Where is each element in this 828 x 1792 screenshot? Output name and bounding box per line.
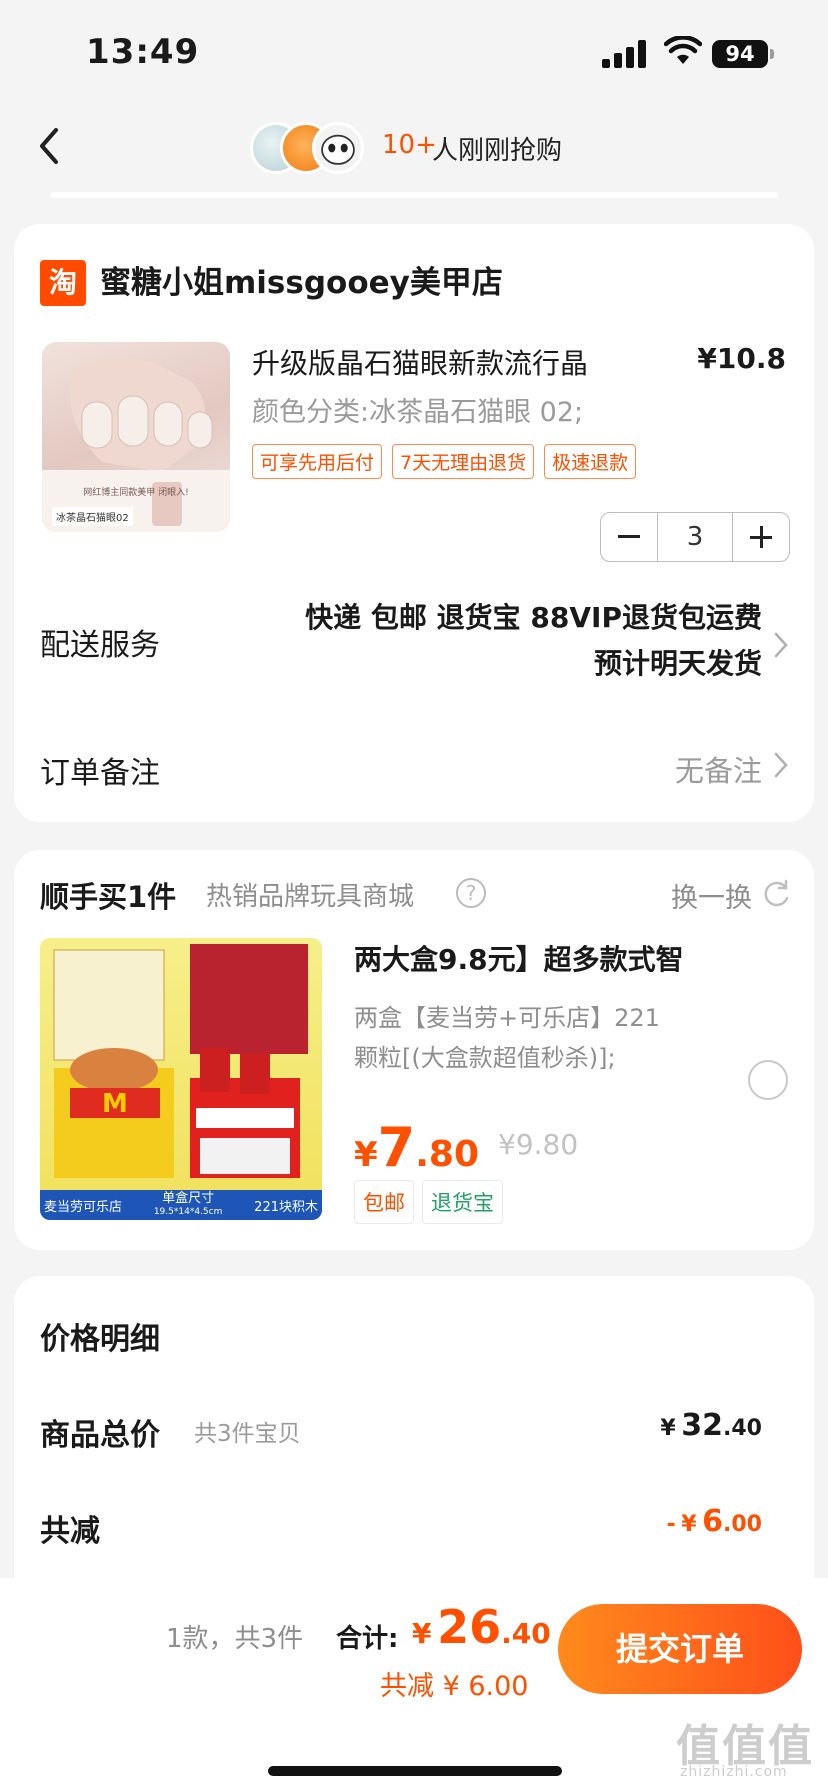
order-note-label: 订单备注 <box>40 756 160 791</box>
product-image-label: 冰茶晶石猫眼02 <box>52 507 133 526</box>
product-image[interactable]: 网红博主同款美甲 闭眼入! 冰茶晶石猫眼02 <box>42 342 230 532</box>
quantity-value[interactable]: 3 <box>657 513 733 561</box>
product-price: ¥10.8 <box>697 342 786 375</box>
discount-label: 共减 <box>40 1514 100 1549</box>
goods-total-label: 商品总价 <box>40 1418 160 1453</box>
lego-stores-illustration: M <box>53 944 308 1178</box>
delivery-services[interactable]: 快递 包邮 退货宝 88VIP退货包运费 <box>305 596 762 636</box>
battery-indicator: 94 <box>712 40 768 68</box>
toy-label-right: 221块积木 <box>254 1199 318 1215</box>
nav-bar: 10+ 人刚刚抢购 <box>0 100 828 198</box>
plus-icon <box>750 526 772 548</box>
recommend-item-desc: 颗粒[(大盒款超值秒杀)]; <box>354 1044 616 1072</box>
return-tag: 退货宝 <box>422 1180 503 1224</box>
help-icon[interactable]: ? <box>456 878 486 908</box>
increase-button[interactable] <box>733 513 789 561</box>
watermark-url: zhizhizhi.com <box>680 1764 788 1780</box>
item-count: 1款，共3件 <box>166 1624 304 1654</box>
quantity-stepper: 3 <box>600 512 790 562</box>
swap-button[interactable]: 换一换 <box>671 876 752 915</box>
buyer-text: 人刚刚抢购 <box>432 136 563 166</box>
chevron-right-icon[interactable] <box>772 750 790 780</box>
delivery-estimate[interactable]: 预计明天发货 <box>594 642 762 682</box>
service-tag: 可享先用后付 <box>252 444 383 479</box>
service-tag: 极速退款 <box>544 444 637 479</box>
chevron-right-icon[interactable] <box>772 630 790 660</box>
recommend-subtitle: 热销品牌玩具商城 <box>206 882 415 912</box>
recommend-item-tags: 包邮 退货宝 <box>354 1180 503 1224</box>
home-indicator[interactable] <box>268 1766 562 1776</box>
product-spec[interactable]: 颜色分类:冰茶晶石猫眼 02; <box>252 390 583 429</box>
recommend-item-desc: 两盒【麦当劳+可乐店】221 <box>354 1004 660 1032</box>
recommend-item-name[interactable]: 两大盒9.8元】超多款式智 <box>354 938 684 978</box>
status-bar: 13:49 94 <box>0 0 828 100</box>
product-tags: 可享先用后付 7天无理由退货 极速退款 <box>252 444 637 479</box>
product-title[interactable]: 升级版晶石猫眼新款流行晶 <box>252 342 588 382</box>
back-icon[interactable] <box>30 122 70 170</box>
recommend-item-price: ¥7.80 <box>354 1116 480 1179</box>
goods-total-note: 共3件宝贝 <box>194 1421 301 1447</box>
avatar <box>312 122 364 174</box>
toy-label-left: 麦当劳可乐店 <box>44 1199 123 1215</box>
add-on-recommend-card: 顺手买1件 热销品牌玩具商城 ? 换一换 M 麦当劳可乐店 单盒尺寸 19.5*1… <box>14 850 814 1250</box>
recommend-title: 顺手买1件 <box>40 880 177 914</box>
status-time: 13:49 <box>86 32 200 72</box>
total-price: ¥ 26.40 <box>412 1600 551 1654</box>
select-add-on-radio[interactable] <box>748 1060 788 1100</box>
wifi-icon <box>664 36 702 64</box>
buyer-count: 10+ <box>382 130 437 160</box>
refresh-icon[interactable] <box>762 878 792 908</box>
toy-product-image[interactable]: M 麦当劳可乐店 单盒尺寸 19.5*14*4.5cm 221块积木 <box>40 938 322 1220</box>
total-discount: 共减 ¥ 6.00 <box>380 1671 529 1702</box>
submit-order-button[interactable]: 提交订单 <box>558 1604 802 1694</box>
nav-divider <box>50 192 778 198</box>
recommend-item-old-price: ¥9.80 <box>498 1128 579 1161</box>
toy-label-mid: 单盒尺寸 19.5*14*4.5cm <box>153 1190 223 1217</box>
goods-total-value: ¥ 32.40 <box>660 1408 762 1443</box>
service-tag: 7天无理由退货 <box>392 444 535 479</box>
shop-name[interactable]: 蜜糖小姐missgooey美甲店 <box>100 260 503 306</box>
shop-order-card: 淘 蜜糖小姐missgooey美甲店 网红博主同款美甲 闭眼入! 冰茶晶石猫眼0… <box>14 224 814 822</box>
price-detail-title: 价格明细 <box>40 1322 160 1357</box>
cellular-signal-icon <box>602 40 646 68</box>
svg-text:M: M <box>102 1089 128 1119</box>
product-image-caption: 网红博主同款美甲 闭眼入! <box>83 488 189 498</box>
buyer-avatars <box>250 120 368 176</box>
toy-image-footer: 麦当劳可乐店 单盒尺寸 19.5*14*4.5cm 221块积木 <box>40 1190 322 1220</box>
total-label: 合计: <box>336 1624 399 1654</box>
checkout-bar: 1款，共3件 合计: ¥ 26.40 共减 ¥ 6.00 提交订单 值值值 zh… <box>0 1578 828 1792</box>
decrease-button[interactable] <box>601 513 657 561</box>
delivery-label: 配送服务 <box>40 628 160 663</box>
shipping-tag: 包邮 <box>354 1180 414 1224</box>
minus-icon <box>618 535 640 538</box>
taobao-logo-icon: 淘 <box>40 260 86 306</box>
nail-hand-illustration <box>42 358 230 532</box>
order-note-value[interactable]: 无备注 <box>675 748 762 790</box>
battery-cap <box>770 49 774 59</box>
discount-value: - ¥ 6.00 <box>666 1504 762 1539</box>
